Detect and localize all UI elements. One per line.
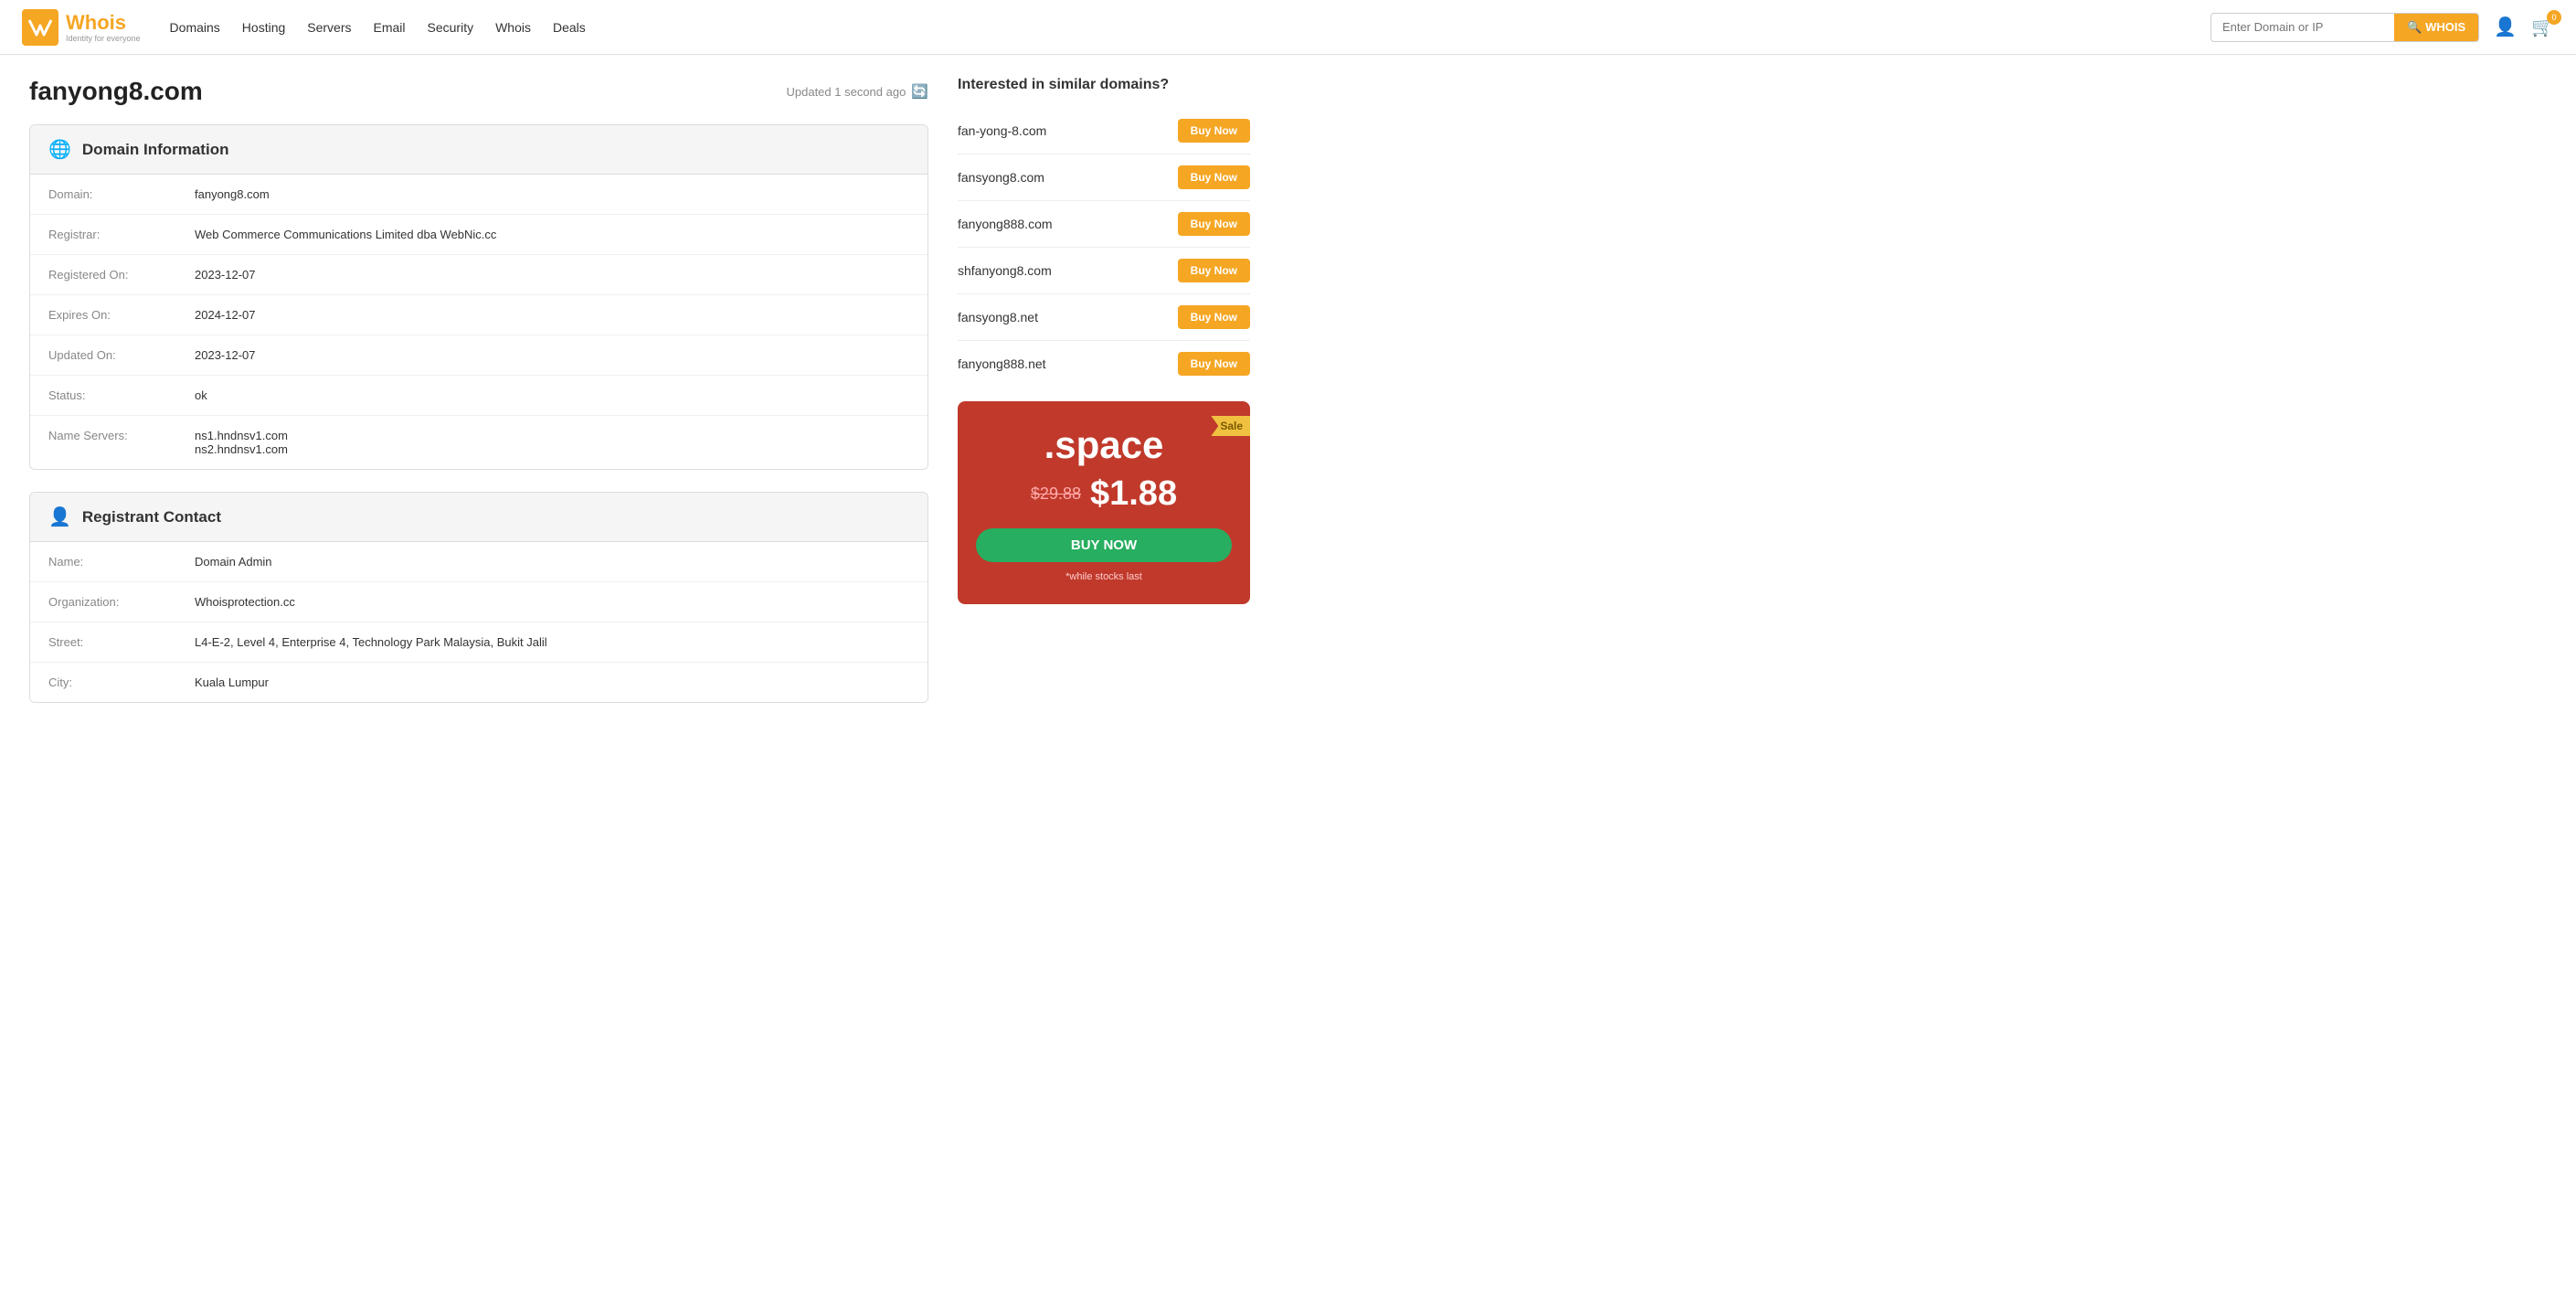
similar-domain-name: fan-yong-8.com xyxy=(958,123,1046,138)
list-item: fanyong888.com Buy Now xyxy=(958,201,1250,248)
info-value: 2023-12-07 xyxy=(195,348,909,362)
promo-tld: .space xyxy=(976,423,1232,467)
similar-domain-name: fanyong888.com xyxy=(958,217,1053,231)
domain-info-header: 🌐 Domain Information xyxy=(30,125,928,175)
info-label: Name Servers: xyxy=(48,429,195,442)
nav-links: Domains Hosting Servers Email Security Whois D… xyxy=(170,20,2210,35)
info-label: Name: xyxy=(48,555,195,569)
registrant-card: 👤 Registrant Contact Name:Domain AdminOr… xyxy=(29,492,928,703)
similar-domains-list: fan-yong-8.com Buy Now fansyong8.com Buy No… xyxy=(958,108,1250,387)
domain-info-body: Domain:fanyong8.comRegistrar:Web Commerc… xyxy=(30,175,928,469)
nav-link-hosting[interactable]: Hosting xyxy=(242,20,285,35)
sidebar: Interested in similar domains? fan-yong-… xyxy=(958,77,1250,725)
info-value: Whoisprotection.cc xyxy=(195,595,909,609)
buy-now-button[interactable]: Buy Now xyxy=(1178,352,1250,376)
buy-now-button[interactable]: Buy Now xyxy=(1178,305,1250,329)
registrant-body: Name:Domain AdminOrganization:Whoisprote… xyxy=(30,542,928,702)
table-row: Updated On:2023-12-07 xyxy=(30,335,928,376)
list-item: fan-yong-8.com Buy Now xyxy=(958,108,1250,154)
page-title: fanyong8.com xyxy=(29,77,203,106)
page-title-row: fanyong8.com Updated 1 second ago 🔄 xyxy=(29,77,928,106)
list-item: fansyong8.net Buy Now xyxy=(958,294,1250,341)
table-row: Street:L4-E-2, Level 4, Enterprise 4, Te… xyxy=(30,622,928,663)
person-icon: 👤 xyxy=(48,505,71,528)
info-label: Domain: xyxy=(48,187,195,201)
info-value: Web Commerce Communications Limited dba … xyxy=(195,228,909,241)
navbar: Whois Identity for everyone Domains Hosti… xyxy=(0,0,2576,55)
updated-info: Updated 1 second ago 🔄 xyxy=(786,83,928,100)
registrant-title: Registrant Contact xyxy=(82,508,221,526)
registrant-header: 👤 Registrant Contact xyxy=(30,493,928,542)
search-bar: 🔍 WHOIS xyxy=(2210,13,2479,42)
similar-domain-name: fansyong8.com xyxy=(958,170,1044,185)
promo-old-price: $29.88 xyxy=(1031,484,1081,504)
search-button[interactable]: 🔍 WHOIS xyxy=(2394,14,2478,41)
info-value: ok xyxy=(195,388,909,402)
main-container: fanyong8.com Updated 1 second ago 🔄 🌐 Do… xyxy=(0,55,1279,747)
table-row: Organization:Whoisprotection.cc xyxy=(30,582,928,622)
similar-domain-name: shfanyong8.com xyxy=(958,263,1052,278)
domain-info-title: Domain Information xyxy=(82,141,229,159)
info-label: Organization: xyxy=(48,595,195,609)
nav-right: 🔍 WHOIS 👤 🛒 0 xyxy=(2210,13,2554,42)
updated-label: Updated 1 second ago xyxy=(786,85,906,99)
table-row: Registrar:Web Commerce Communications Li… xyxy=(30,215,928,255)
table-row: Name Servers:ns1.hndnsv1.comns2.hndnsv1.… xyxy=(30,416,928,469)
nav-link-domains[interactable]: Domains xyxy=(170,20,220,35)
info-label: Street: xyxy=(48,635,195,649)
table-row: City:Kuala Lumpur xyxy=(30,663,928,702)
buy-now-button[interactable]: Buy Now xyxy=(1178,119,1250,143)
info-value: 2024-12-07 xyxy=(195,308,909,322)
nav-link-deals[interactable]: Deals xyxy=(553,20,586,35)
brand-name: Whois xyxy=(66,11,126,34)
nav-link-servers[interactable]: Servers xyxy=(307,20,351,35)
buy-now-button[interactable]: Buy Now xyxy=(1178,165,1250,189)
info-label: Status: xyxy=(48,388,195,402)
similar-domain-name: fanyong888.net xyxy=(958,356,1046,371)
list-item: shfanyong8.com Buy Now xyxy=(958,248,1250,294)
refresh-icon[interactable]: 🔄 xyxy=(911,83,928,100)
promo-card: Sale .space $29.88 $1.88 BUY NOW *while … xyxy=(958,401,1250,604)
info-label: Registrar: xyxy=(48,228,195,241)
info-value: L4-E-2, Level 4, Enterprise 4, Technolog… xyxy=(195,635,909,649)
similar-heading: Interested in similar domains? xyxy=(958,77,1250,93)
info-value: Kuala Lumpur xyxy=(195,675,909,689)
info-label: Updated On: xyxy=(48,348,195,362)
table-row: Name:Domain Admin xyxy=(30,542,928,582)
info-label: Registered On: xyxy=(48,268,195,282)
info-value: 2023-12-07 xyxy=(195,268,909,282)
promo-buy-button[interactable]: BUY NOW xyxy=(976,528,1232,562)
table-row: Domain:fanyong8.com xyxy=(30,175,928,215)
promo-price-row: $29.88 $1.88 xyxy=(976,474,1232,514)
list-item: fanyong888.net Buy Now xyxy=(958,341,1250,387)
info-value: ns1.hndnsv1.comns2.hndnsv1.com xyxy=(195,429,909,456)
info-label: City: xyxy=(48,675,195,689)
cart-area[interactable]: 🛒 0 xyxy=(2531,16,2554,38)
promo-fine-print: *while stocks last xyxy=(976,571,1232,582)
info-label: Expires On: xyxy=(48,308,195,322)
list-item: fansyong8.com Buy Now xyxy=(958,154,1250,201)
nav-link-whois[interactable]: Whois xyxy=(495,20,531,35)
content-area: fanyong8.com Updated 1 second ago 🔄 🌐 Do… xyxy=(29,77,928,725)
promo-new-price: $1.88 xyxy=(1090,474,1177,514)
info-value: Domain Admin xyxy=(195,555,909,569)
info-value: fanyong8.com xyxy=(195,187,909,201)
globe-icon: 🌐 xyxy=(48,138,71,161)
brand-tagline: Identity for everyone xyxy=(66,35,141,43)
logo[interactable]: Whois Identity for everyone xyxy=(22,9,141,46)
user-icon[interactable]: 👤 xyxy=(2494,16,2517,38)
buy-now-button[interactable]: Buy Now xyxy=(1178,259,1250,282)
nav-link-email[interactable]: Email xyxy=(374,20,406,35)
domain-info-card: 🌐 Domain Information Domain:fanyong8.com… xyxy=(29,124,928,470)
search-btn-label: WHOIS xyxy=(2425,20,2465,34)
table-row: Status:ok xyxy=(30,376,928,416)
similar-domain-name: fansyong8.net xyxy=(958,310,1038,324)
search-input[interactable] xyxy=(2211,15,2394,39)
nav-link-security[interactable]: Security xyxy=(428,20,474,35)
table-row: Expires On:2024-12-07 xyxy=(30,295,928,335)
buy-now-button[interactable]: Buy Now xyxy=(1178,212,1250,236)
search-icon: 🔍 xyxy=(2407,20,2422,35)
cart-badge-count: 0 xyxy=(2547,10,2561,25)
table-row: Registered On:2023-12-07 xyxy=(30,255,928,295)
